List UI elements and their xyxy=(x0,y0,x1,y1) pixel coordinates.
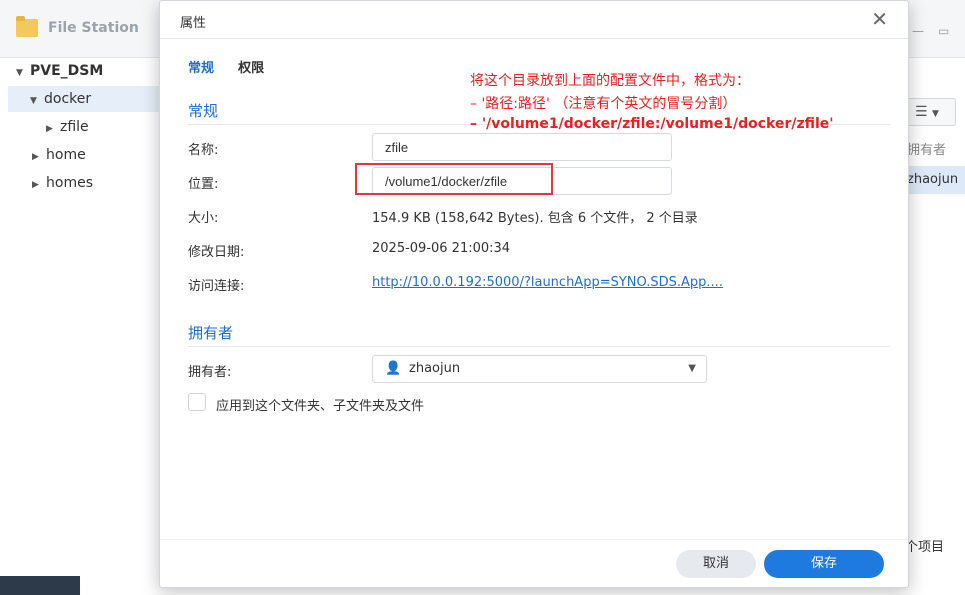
save-button[interactable]: 保存 xyxy=(764,550,884,578)
tree-item-home[interactable]: ▶ home xyxy=(32,142,86,168)
tab-general[interactable]: 常规 xyxy=(188,57,214,76)
size-label: 大小: xyxy=(188,211,219,226)
desktop-wallpaper xyxy=(0,576,80,595)
item-count: 个项目 xyxy=(905,540,945,555)
tab-permissions[interactable]: 权限 xyxy=(238,57,264,76)
expand-arrow-icon[interactable]: ▼ xyxy=(30,88,44,114)
collapse-arrow-icon[interactable]: ▶ xyxy=(32,144,46,170)
close-icon[interactable]: ✕ xyxy=(871,7,888,31)
owner-select[interactable]: 👤 zhaojun ▼ xyxy=(372,355,707,383)
size-value: 154.9 KB (158,642 Bytes). 包含 6 个文件， 2 个目… xyxy=(372,211,698,226)
minimize-icon[interactable]: — xyxy=(912,24,924,38)
tree-item-label: docker xyxy=(44,91,92,107)
access-link[interactable]: http://10.0.0.192:5000/?launchApp=SYNO.S… xyxy=(372,275,723,290)
modified-label: 修改日期: xyxy=(188,245,245,260)
name-label: 名称: xyxy=(188,143,219,158)
name-field[interactable] xyxy=(372,133,672,161)
tree-item-zfile[interactable]: ▶ zfile xyxy=(46,114,89,140)
tree-item-label: homes xyxy=(46,175,93,191)
tree-item-label: zfile xyxy=(60,119,89,135)
tree-item-homes[interactable]: ▶ homes xyxy=(32,170,93,196)
tree-item-docker[interactable]: ▼ docker xyxy=(8,86,168,112)
tree-item-label: home xyxy=(46,147,86,163)
tree-root-label: PVE_DSM xyxy=(30,63,104,79)
view-mode-button[interactable]: ☰ ▼ xyxy=(906,98,956,126)
tree-root[interactable]: ▼ PVE_DSM xyxy=(16,58,103,84)
maximize-icon[interactable]: ▭ xyxy=(938,24,949,38)
folder-tree: ▼ PVE_DSM ▼ docker ▶ zfile ▶ home ▶ homes xyxy=(0,58,168,576)
user-icon: 👤 xyxy=(385,361,402,376)
section-title-general: 常规 xyxy=(188,102,219,120)
collapse-arrow-icon[interactable]: ▶ xyxy=(32,172,46,198)
owner-select-value: zhaojun xyxy=(409,361,461,376)
modified-value: 2025-09-06 21:00:34 xyxy=(372,241,511,256)
location-label: 位置: xyxy=(188,177,219,192)
owner-label: 拥有者: xyxy=(188,365,232,380)
annotation-line-1: 将这个目录放到上面的配置文件中，格式为： xyxy=(470,73,750,89)
dialog-title: 属性 xyxy=(180,16,207,31)
divider xyxy=(188,346,890,347)
collapse-arrow-icon[interactable]: ▶ xyxy=(46,116,60,142)
tab-bar: 常规 权限 xyxy=(188,57,284,79)
list-icon: ☰ xyxy=(915,104,928,120)
chevron-down-icon: ▼ xyxy=(688,363,696,374)
apply-recursive-label: 应用到这个文件夹、子文件夹及文件 xyxy=(216,399,425,414)
table-row[interactable]: zhaojun xyxy=(905,166,965,194)
dialog-header: 属性 ✕ xyxy=(160,1,908,39)
chevron-down-icon: ▼ xyxy=(932,109,939,119)
annotation-highlight-box xyxy=(355,163,553,195)
expand-arrow-icon[interactable]: ▼ xyxy=(16,60,30,86)
annotation-line-2: – '路径:路径' （注意有个英文的冒号分割） xyxy=(470,96,737,112)
section-title-owner: 拥有者 xyxy=(188,324,234,342)
annotation-line-3: – '/volume1/docker/zfile:/volume1/docker… xyxy=(470,116,834,132)
apply-recursive-checkbox[interactable] xyxy=(188,393,206,411)
link-label: 访问连接: xyxy=(188,279,245,294)
folder-icon xyxy=(16,16,38,37)
cancel-button[interactable]: 取消 xyxy=(676,550,756,578)
app-title: File Station xyxy=(48,20,139,36)
column-header-owner[interactable]: 拥有者 xyxy=(905,138,965,164)
